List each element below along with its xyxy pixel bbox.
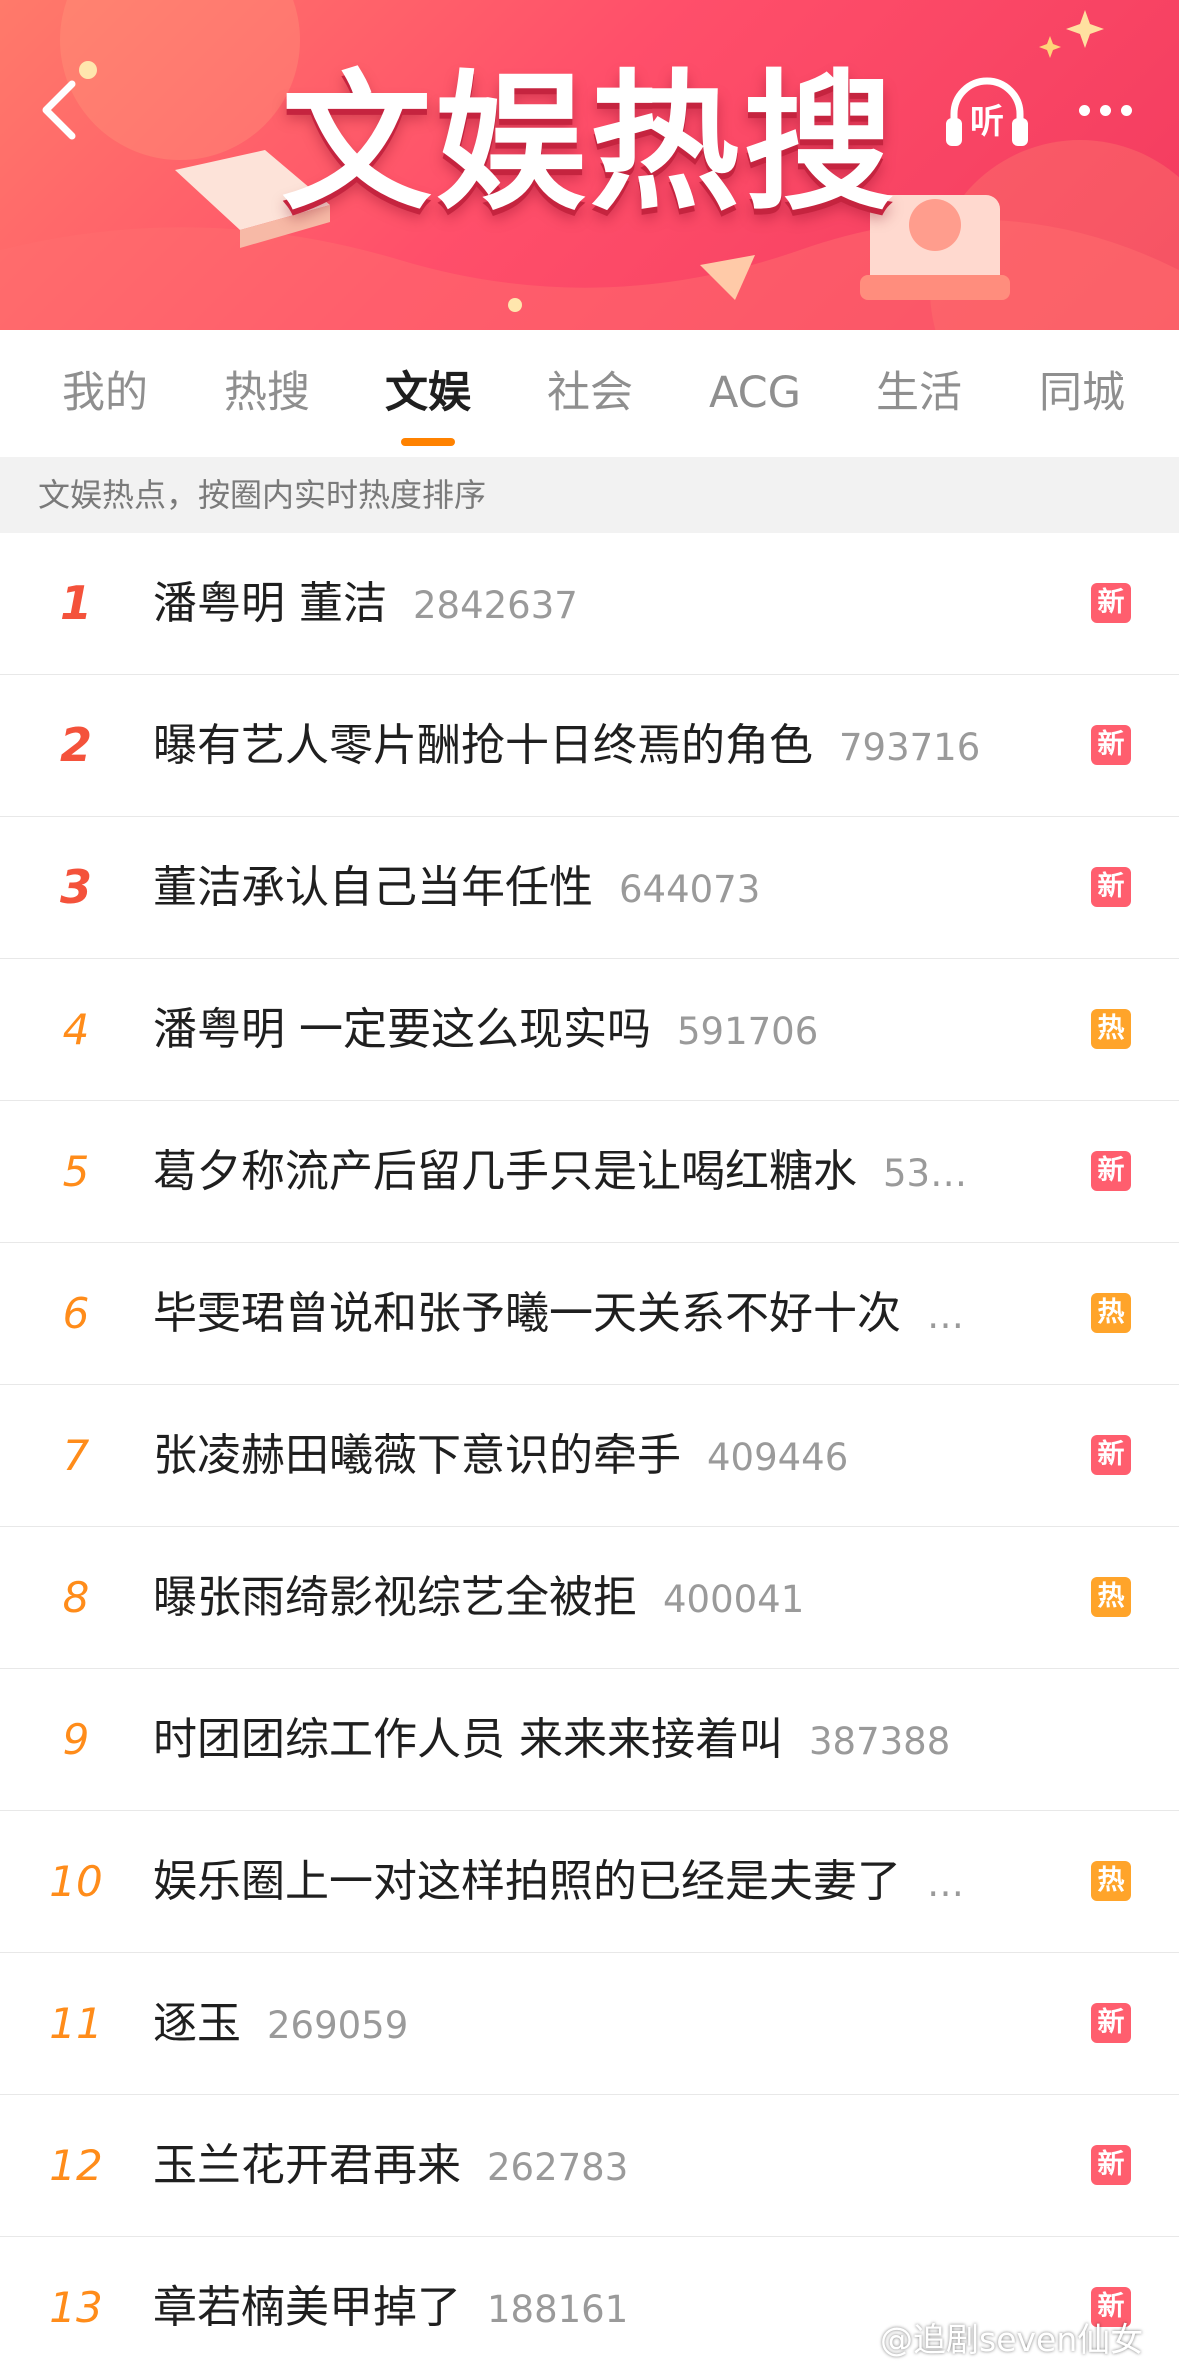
item-content: 毕雯珺曾说和张予曦一天关系不好十次 … [153, 1243, 1033, 1384]
item-title: 逐玉 [153, 1998, 241, 2049]
item-content: 董洁承认自己当年任性 644073 [153, 817, 1033, 958]
hot-badge: 热 [1091, 1293, 1131, 1333]
listen-button[interactable]: 听 [942, 72, 1032, 152]
heat-count: 400041 [663, 1578, 805, 1621]
item-title: 娱乐圈上一对这样拍照的已经是夫妻了 [153, 1856, 901, 1907]
item-content: 张凌赫田曦薇下意识的牵手 409446 [153, 1385, 1033, 1526]
item-title: 曝有艺人零片酬抢十日终焉的角色 [153, 720, 813, 771]
more-dots-icon [1078, 104, 1090, 116]
back-button[interactable] [20, 70, 100, 150]
rank-number: 2 [59, 718, 92, 772]
more-dot [1099, 104, 1111, 116]
item-content: 逐玉 269059 [153, 1953, 1033, 2094]
tab-acg[interactable]: ACG [709, 330, 801, 457]
rank-number: 5 [62, 1147, 90, 1196]
rank-number: 4 [62, 1005, 90, 1054]
header-banner: 文娱热搜 听 [0, 0, 1179, 330]
heat-count: 262783 [487, 2146, 629, 2189]
list-item[interactable]: 6 毕雯珺曾说和张予曦一天关系不好十次 … 热 [0, 1243, 1179, 1385]
item-content: 葛夕称流产后留几手只是让喝红糖水 53… [153, 1101, 1033, 1242]
item-title: 时团团综工作人员 来来来接着叫 [153, 1714, 783, 1765]
item-title: 张凌赫田曦薇下意识的牵手 [153, 1430, 681, 1481]
rank-number: 8 [62, 1573, 90, 1622]
heat-count: 793716 [839, 726, 981, 769]
rank-number: 1 [59, 576, 92, 630]
rank-number: 6 [62, 1289, 90, 1338]
more-button[interactable] [1060, 85, 1150, 135]
heat-count: 53… [883, 1152, 968, 1195]
heat-count: 644073 [619, 868, 761, 911]
section-subtitle: 文娱热点，按圈内实时热度排序 [0, 457, 1179, 533]
tab-local[interactable]: 同城 [1039, 330, 1125, 457]
list-item[interactable]: 10 娱乐圈上一对这样拍照的已经是夫妻了 … 热 [0, 1811, 1179, 1953]
listen-label: 听 [970, 102, 1004, 142]
chevron-left-icon [42, 80, 76, 140]
item-content: 潘粤明 董洁 2842637 [153, 533, 1033, 674]
list-item[interactable]: 8 曝张雨绮影视综艺全被拒 400041 热 [0, 1527, 1179, 1669]
list-item[interactable]: 4 潘粤明 一定要这么现实吗 591706 热 [0, 959, 1179, 1101]
list-item[interactable]: 9 时团团综工作人员 来来来接着叫 387388 [0, 1669, 1179, 1811]
hot-badge: 热 [1091, 1577, 1131, 1617]
item-title: 葛夕称流产后留几手只是让喝红糖水 [153, 1146, 857, 1197]
heat-count: 2842637 [413, 584, 578, 627]
heat-count: 591706 [677, 1010, 819, 1053]
new-badge: 新 [1091, 583, 1131, 623]
item-title: 毕雯珺曾说和张予曦一天关系不好十次 [153, 1288, 901, 1339]
new-badge: 新 [1091, 867, 1131, 907]
new-badge: 新 [1091, 1151, 1131, 1191]
tab-hot-search[interactable]: 热搜 [224, 330, 310, 457]
item-title: 章若楠美甲掉了 [153, 2282, 461, 2333]
list-item[interactable]: 7 张凌赫田曦薇下意识的牵手 409446 新 [0, 1385, 1179, 1527]
list-item[interactable]: 11 逐玉 269059 新 [0, 1953, 1179, 2095]
rank-number: 10 [49, 1857, 103, 1906]
rank-number: 9 [62, 1715, 90, 1764]
heat-count: … [927, 1862, 964, 1905]
watermark: @追剧seven仙女 [880, 2320, 1144, 2359]
tab-society[interactable]: 社会 [547, 330, 633, 457]
heat-count: 409446 [707, 1436, 849, 1479]
heat-count: 188161 [487, 2288, 629, 2331]
item-title: 潘粤明 一定要这么现实吗 [153, 1004, 651, 1055]
rank-number: 12 [49, 2141, 103, 2190]
item-content: 曝有艺人零片酬抢十日终焉的角色 793716 [153, 675, 1033, 816]
item-content: 曝张雨绮影视综艺全被拒 400041 [153, 1527, 1033, 1668]
item-title: 潘粤明 董洁 [153, 578, 387, 629]
item-title: 玉兰花开君再来 [153, 2140, 461, 2191]
rank-number: 13 [49, 2283, 103, 2332]
new-badge: 新 [1091, 2145, 1131, 2185]
list-item[interactable]: 3 董洁承认自己当年任性 644073 新 [0, 817, 1179, 959]
item-content: 娱乐圈上一对这样拍照的已经是夫妻了 … [153, 1811, 1033, 1952]
list-item[interactable]: 1 潘粤明 董洁 2842637 新 [0, 533, 1179, 675]
list-item[interactable]: 5 葛夕称流产后留几手只是让喝红糖水 53… 新 [0, 1101, 1179, 1243]
new-badge: 新 [1091, 2003, 1131, 2043]
heat-count: 387388 [809, 1720, 951, 1763]
item-title: 董洁承认自己当年任性 [153, 862, 593, 913]
list-item[interactable]: 12 玉兰花开君再来 262783 新 [0, 2095, 1179, 2237]
category-tabs: 我的 热搜 文娱 社会 ACG 生活 同城 [0, 330, 1179, 458]
active-tab-indicator [401, 438, 455, 446]
rank-number: 3 [59, 860, 92, 914]
heat-count: 269059 [267, 2004, 409, 2047]
hot-search-list: 1 潘粤明 董洁 2842637 新 2 曝有艺人零片酬抢十日终焉的角色 79371… [0, 533, 1179, 2378]
more-dot [1120, 104, 1132, 116]
hot-badge: 热 [1091, 1009, 1131, 1049]
tab-life[interactable]: 生活 [876, 330, 962, 457]
new-badge: 新 [1091, 725, 1131, 765]
rank-number: 11 [49, 1999, 103, 2048]
item-content: 潘粤明 一定要这么现实吗 591706 [153, 959, 1033, 1100]
rank-number: 7 [62, 1431, 90, 1480]
tab-mine[interactable]: 我的 [62, 330, 148, 457]
item-title: 曝张雨绮影视综艺全被拒 [153, 1572, 637, 1623]
item-content: 时团团综工作人员 来来来接着叫 387388 [153, 1669, 1033, 1810]
item-content: 玉兰花开君再来 262783 [153, 2095, 1033, 2236]
heat-count: … [927, 1294, 964, 1337]
hot-badge: 热 [1091, 1861, 1131, 1901]
new-badge: 新 [1091, 1435, 1131, 1475]
list-item[interactable]: 2 曝有艺人零片酬抢十日终焉的角色 793716 新 [0, 675, 1179, 817]
